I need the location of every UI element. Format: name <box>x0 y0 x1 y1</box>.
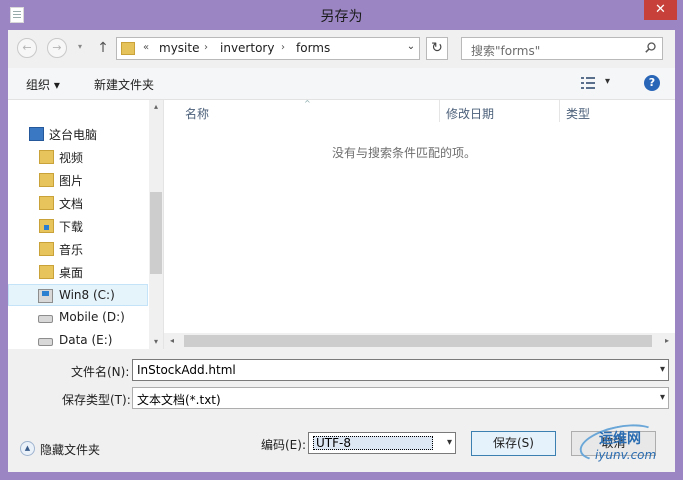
close-button[interactable]: ✕ <box>644 0 677 20</box>
sidebar-item-label: 图片 <box>59 174 84 188</box>
save-as-dialog: 另存为 ✕ ← → ▾ ↑ « mysite › invertory › for… <box>0 0 683 480</box>
search-icon[interactable] <box>645 42 656 53</box>
watermark-text-top: 运维网 <box>599 431 641 447</box>
folder-icon <box>39 196 54 210</box>
folder-icon <box>39 242 54 256</box>
dialog-body: ← → ▾ ↑ « mysite › invertory › forms ⌄ ↻… <box>8 30 675 472</box>
search-placeholder: 搜索"forms" <box>471 44 541 58</box>
address-dropdown[interactable]: ⌄ <box>405 41 417 52</box>
column-header-label: 修改日期 <box>446 107 495 121</box>
column-header-date[interactable]: 修改日期 <box>440 100 560 122</box>
sidebar-item-music[interactable]: 音乐 <box>8 238 148 260</box>
filename-label: 文件名(N): <box>71 365 130 379</box>
encoding-value: UTF-8 <box>313 436 433 450</box>
scroll-down-icon[interactable]: ▾ <box>149 335 163 349</box>
search-input[interactable]: 搜索"forms" <box>461 37 663 60</box>
back-button[interactable]: ← <box>17 38 37 58</box>
sidebar-item-this-pc[interactable]: 这台电脑 <box>8 123 148 145</box>
empty-message: 没有与搜索条件匹配的项。 <box>331 146 476 160</box>
hide-folders-label: 隐藏文件夹 <box>40 443 101 457</box>
windows-drive-icon <box>38 289 53 303</box>
save-form: 文件名(N): InStockAdd.html ▾ 保存类型(T): 文本文档(… <box>8 349 675 472</box>
address-bar[interactable]: « mysite › invertory › forms ⌄ <box>116 37 420 60</box>
command-bar: 组织 ▾ 新建文件夹 ▾ ? <box>8 68 675 100</box>
sidebar-item-videos[interactable]: 视频 <box>8 146 148 168</box>
scroll-thumb[interactable] <box>150 192 162 274</box>
breadcrumb-mysite[interactable]: mysite <box>159 41 199 55</box>
sidebar-item-label: 文档 <box>59 197 84 211</box>
sidebar-item-label: 音乐 <box>59 243 84 257</box>
view-dropdown[interactable]: ▾ <box>605 76 610 87</box>
sidebar-item-documents[interactable]: 文档 <box>8 192 148 214</box>
filename-input[interactable]: InStockAdd.html ▾ <box>132 359 669 381</box>
file-list-hscrollbar[interactable]: ◂ ▸ <box>164 333 675 349</box>
chevron-down-icon[interactable]: ▾ <box>660 392 665 403</box>
recent-locations-dropdown[interactable]: ▾ <box>78 42 86 52</box>
sidebar-item-label: Data (E:) <box>59 333 113 347</box>
drive-icon <box>38 315 53 323</box>
sidebar-item-label: Win8 (C:) <box>59 288 115 302</box>
address-overflow[interactable]: « <box>143 42 149 53</box>
up-button[interactable]: ↑ <box>96 39 110 57</box>
folder-icon <box>39 173 54 187</box>
scroll-right-icon[interactable]: ▸ <box>659 333 675 349</box>
view-options-icon[interactable] <box>581 77 595 89</box>
folder-icon <box>39 265 54 279</box>
title-bar[interactable]: 另存为 ✕ <box>0 0 683 30</box>
breadcrumb-separator[interactable]: › <box>204 42 208 53</box>
nav-scrollbar[interactable]: ▴ ▾ <box>149 100 163 349</box>
sidebar-item-label: 视频 <box>59 151 84 165</box>
help-icon[interactable]: ? <box>644 75 660 91</box>
organize-menu[interactable]: 组织 ▾ <box>26 76 60 93</box>
drive-icon <box>38 338 53 346</box>
save-type-value: 文本文档(*.txt) <box>137 393 221 407</box>
sidebar-item-downloads[interactable]: 下载 <box>8 215 148 237</box>
sidebar-item-data-e[interactable]: Data (E:) <box>8 330 148 349</box>
column-header-type[interactable]: 类型 <box>560 100 670 122</box>
computer-icon <box>29 127 44 141</box>
scroll-left-icon[interactable]: ◂ <box>164 333 180 349</box>
watermark-text-bottom: iyunv.com <box>595 448 657 462</box>
breadcrumb-separator[interactable]: › <box>281 42 285 53</box>
sidebar-item-pictures[interactable]: 图片 <box>8 169 148 191</box>
new-folder-button[interactable]: 新建文件夹 <box>94 76 154 93</box>
file-list: ^ 名称 修改日期 类型 没有与搜索条件匹配的项。 ◂ ▸ <box>164 99 675 349</box>
refresh-button[interactable]: ↻ <box>426 37 448 60</box>
encoding-label: 编码(E): <box>261 438 306 452</box>
dialog-title: 另存为 <box>320 9 363 25</box>
filename-value: InStockAdd.html <box>137 363 236 377</box>
save-type-select[interactable]: 文本文档(*.txt) ▾ <box>132 387 669 409</box>
sidebar-item-label: 下载 <box>59 220 84 234</box>
scroll-up-icon[interactable]: ▴ <box>149 100 163 114</box>
collapse-icon: ▲ <box>20 441 35 456</box>
forward-button[interactable]: → <box>47 38 67 58</box>
sidebar-item-win8-c[interactable]: Win8 (C:) <box>8 284 148 306</box>
column-header-label: 名称 <box>185 107 210 121</box>
folder-icon <box>39 150 54 164</box>
sidebar-item-label: Mobile (D:) <box>59 310 125 324</box>
watermark-logo: 运维网 iyunv.com <box>576 418 669 468</box>
column-header-label: 类型 <box>566 107 591 121</box>
navigation-pane: 这台电脑 视频 图片 文档 下载 音乐 桌面 Win8 (C:) Mobile … <box>8 100 163 349</box>
scroll-thumb[interactable] <box>184 335 652 347</box>
sidebar-item-label: 这台电脑 <box>49 128 98 142</box>
sidebar-item-desktop[interactable]: 桌面 <box>8 261 148 283</box>
chevron-down-icon[interactable]: ▾ <box>447 437 452 448</box>
column-header-name[interactable]: 名称 <box>179 100 440 122</box>
address-row: ← → ▾ ↑ « mysite › invertory › forms ⌄ ↻… <box>8 30 675 68</box>
download-folder-icon <box>39 219 54 233</box>
breadcrumb-forms[interactable]: forms <box>296 41 330 55</box>
encoding-select[interactable]: UTF-8 ▾ <box>308 432 456 454</box>
sidebar-item-mobile-d[interactable]: Mobile (D:) <box>8 307 148 329</box>
folder-icon <box>121 42 135 55</box>
chevron-down-icon[interactable]: ▾ <box>660 364 665 375</box>
sidebar-item-label: 桌面 <box>59 266 84 280</box>
save-button[interactable]: 保存(S) <box>471 431 556 456</box>
breadcrumb-invertory[interactable]: invertory <box>220 41 274 55</box>
type-label: 保存类型(T): <box>62 393 131 407</box>
